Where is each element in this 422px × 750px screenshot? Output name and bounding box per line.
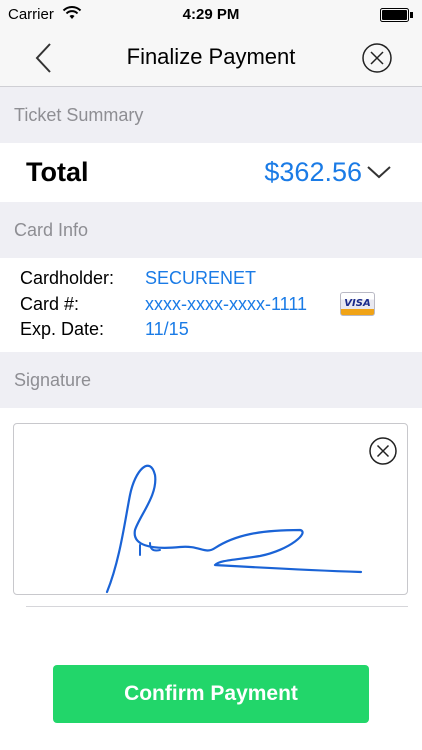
exp-date-label: Exp. Date: — [20, 319, 105, 339]
section-header-signature: Signature — [0, 352, 422, 408]
cardholder-label: Cardholder: — [20, 268, 115, 288]
total-label: Total — [26, 157, 89, 187]
close-circle-icon — [369, 437, 397, 465]
cardholder-value: SECURENET — [145, 268, 257, 288]
exp-date-row: Exp. Date: 11/15 — [0, 319, 422, 343]
status-bar: Carrier 4:29 PM — [0, 0, 422, 30]
signature-baseline — [26, 606, 408, 607]
exp-date-value: 11/15 — [145, 319, 189, 339]
total-row: Total $362.56 — [0, 143, 422, 202]
card-number-label: Card #: — [20, 294, 80, 314]
card-number-value: xxxx-xxxx-xxxx-1111 — [145, 294, 308, 314]
chevron-down-icon[interactable] — [365, 163, 393, 181]
section-header-card-info: Card Info — [0, 202, 422, 258]
close-circle-icon — [362, 43, 392, 73]
total-amount[interactable]: $362.56 — [264, 157, 362, 188]
clear-signature-button[interactable] — [368, 436, 398, 466]
clock-time: 4:29 PM — [182, 6, 240, 23]
confirm-payment-button[interactable]: Confirm Payment — [53, 665, 369, 723]
visa-card-icon: VISA — [340, 292, 375, 316]
card-brand-label: VISA — [344, 298, 371, 309]
battery-icon — [380, 8, 414, 27]
signature-pad[interactable] — [13, 423, 408, 595]
card-info-panel: Cardholder: SECURENET Card #: xxxx-xxxx-… — [0, 258, 422, 352]
close-button[interactable] — [361, 42, 393, 74]
cardholder-row: Cardholder: SECURENET — [0, 268, 422, 292]
page-title: Finalize Payment — [126, 44, 296, 69]
section-header-ticket-summary: Ticket Summary — [0, 87, 422, 143]
navigation-bar: Finalize Payment — [0, 30, 422, 87]
